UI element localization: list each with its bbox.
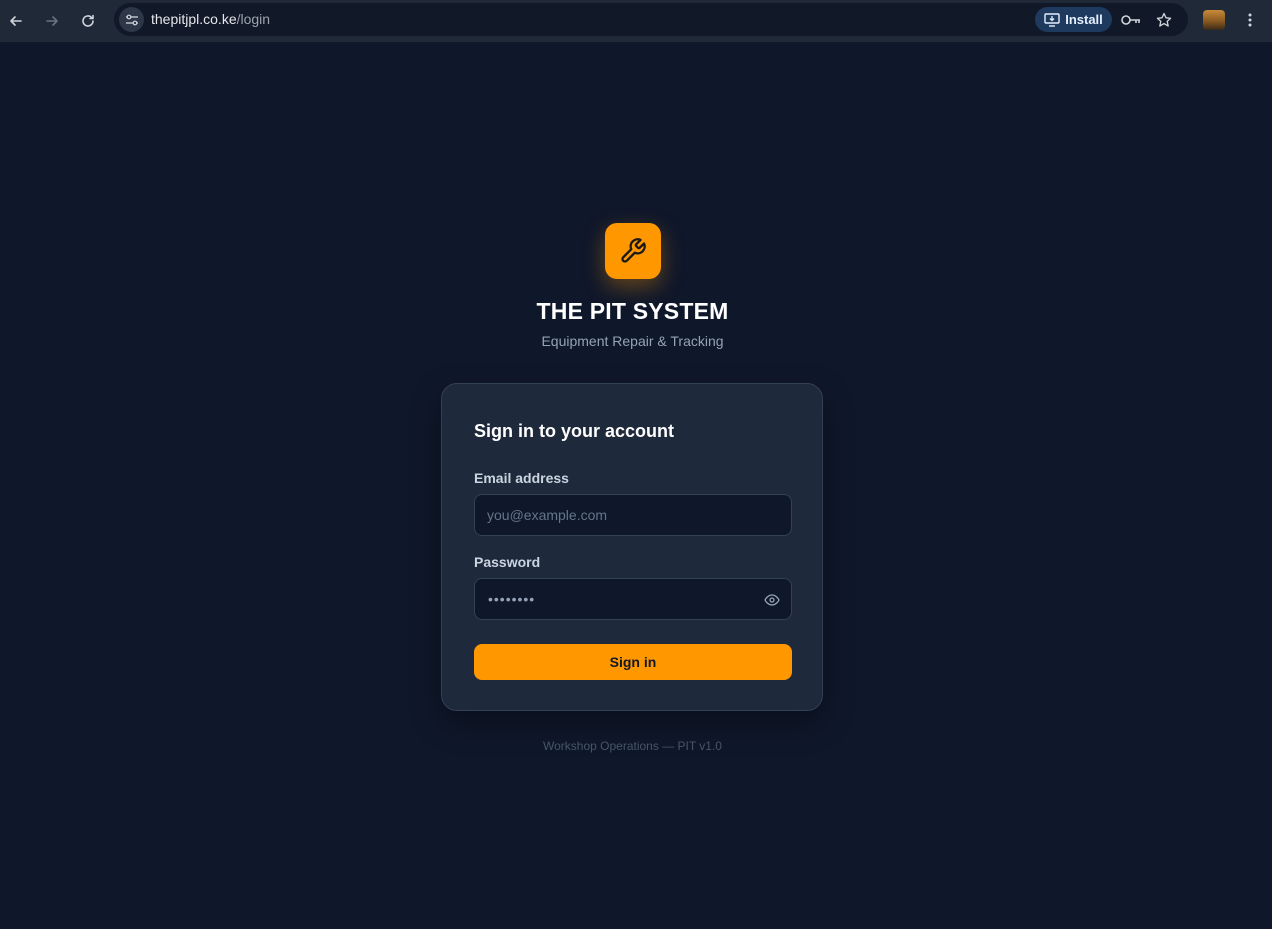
wrench-icon (621, 238, 646, 263)
url-host: thepitjpl.co.ke (151, 11, 237, 27)
more-vertical-icon (1248, 13, 1252, 27)
app-title: THE PIT SYSTEM (536, 298, 729, 324)
arrow-left-icon (10, 16, 22, 26)
browser-toolbar: thepitjpl.co.ke/login Install (0, 0, 1272, 43)
email-field-wrapper (474, 494, 792, 536)
install-app-button[interactable]: Install (1035, 7, 1112, 32)
app-logo (605, 223, 661, 279)
bookmark-button[interactable] (1154, 10, 1174, 30)
toggle-password-visibility-button[interactable] (763, 591, 781, 609)
email-field[interactable] (475, 495, 791, 535)
back-button[interactable] (4, 9, 28, 33)
password-masked-value: •••••••• (488, 591, 536, 607)
reload-button[interactable] (76, 9, 100, 33)
app-subtitle: Equipment Repair & Tracking (541, 333, 724, 349)
password-manager-button[interactable] (1121, 10, 1141, 30)
profile-avatar[interactable] (1203, 10, 1225, 30)
login-heading: Sign in to your account (474, 421, 675, 441)
star-icon (1156, 12, 1172, 27)
url-path: /login (236, 11, 271, 27)
login-card: Sign in to your account Email address Pa… (441, 383, 823, 711)
url-text[interactable]: thepitjpl.co.ke/login (151, 11, 270, 27)
footer-version-text: Workshop Operations — PIT v1.0 (543, 739, 722, 753)
arrow-right-icon (46, 16, 58, 26)
eye-icon (764, 594, 780, 606)
address-bar[interactable]: thepitjpl.co.ke/login Install (114, 3, 1188, 36)
forward-button[interactable] (40, 9, 64, 33)
browser-menu-button[interactable] (1240, 9, 1260, 31)
password-label: Password (474, 554, 541, 570)
email-label: Email address (474, 470, 569, 486)
key-icon (1121, 15, 1140, 25)
site-info-button[interactable] (119, 7, 144, 32)
sign-in-button[interactable]: Sign in (474, 644, 792, 680)
reload-icon (82, 14, 94, 27)
password-field[interactable]: •••••••• (474, 578, 792, 620)
tune-icon (125, 14, 138, 25)
install-label: Install (1065, 12, 1103, 27)
install-desktop-icon (1044, 12, 1060, 27)
